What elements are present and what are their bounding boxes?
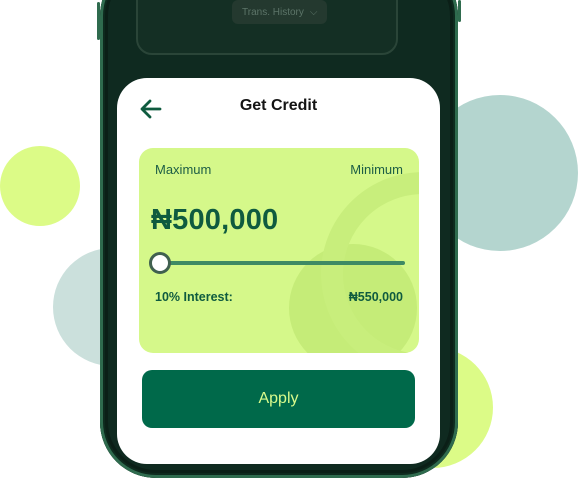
maximum-label: Maximum (155, 162, 212, 177)
get-credit-sheet: Get Credit Maximum Minimum ₦500,000 10% … (117, 78, 440, 464)
apply-button[interactable]: Apply (142, 370, 415, 428)
minimum-label: Minimum (350, 162, 403, 177)
transaction-history-label: Trans. History (242, 6, 304, 18)
credit-amount: ₦500,000 (151, 204, 279, 236)
decor-circle-lime (0, 146, 80, 226)
phone-power-button (458, 0, 461, 22)
credit-amount-card: Maximum Minimum ₦500,000 10% Interest: ₦… (139, 148, 419, 353)
page-title: Get Credit (239, 97, 318, 114)
amount-slider-thumb[interactable] (149, 252, 171, 274)
interest-value: ₦550,000 (348, 290, 403, 304)
transaction-history-button[interactable]: Trans. History ⌵ (232, 0, 328, 24)
balance-card: Trans. History ⌵ (136, 0, 398, 55)
amount-slider-track[interactable] (161, 261, 405, 265)
interest-label: 10% Interest: (155, 290, 233, 304)
chevron-down-icon: ⌵ (309, 6, 318, 18)
